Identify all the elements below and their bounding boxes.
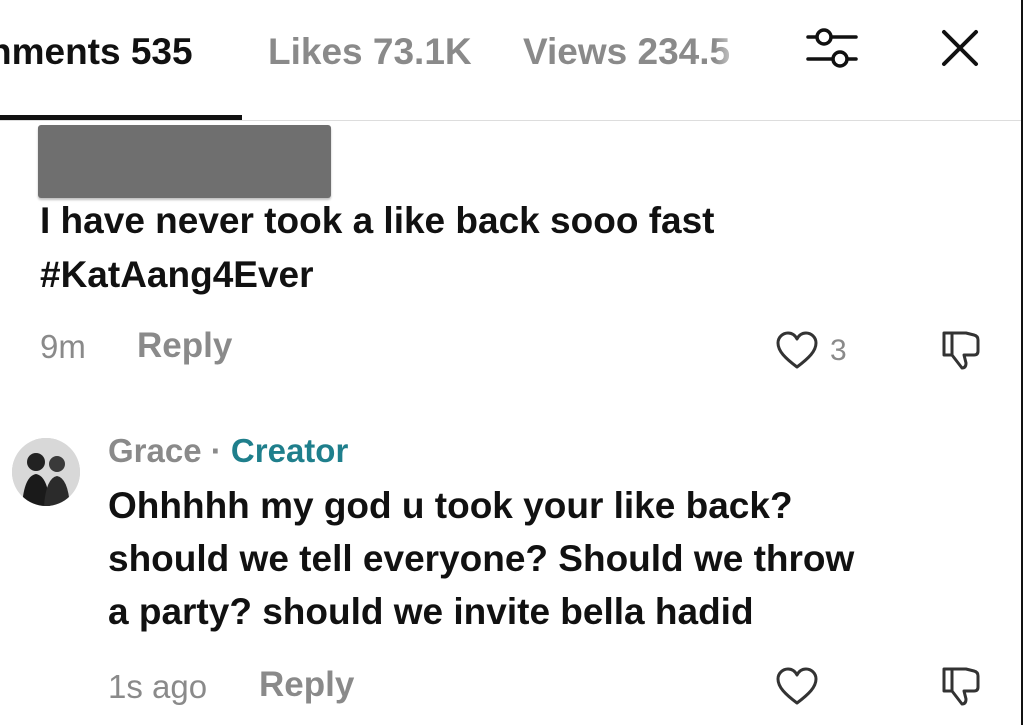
redacted-username	[38, 125, 331, 198]
close-icon[interactable]	[934, 22, 986, 74]
comment-timestamp: 1s ago	[108, 668, 208, 705]
comment-line[interactable]: #KatAang4Ever	[40, 248, 940, 302]
tab-comments[interactable]: nments 535	[0, 28, 193, 76]
tab-likes[interactable]: Likes 73.1K	[268, 28, 472, 76]
like-count: 3	[830, 334, 847, 367]
comment-text: Ohhhhh my god u took your like back? sho…	[108, 479, 1008, 638]
sliders-icon[interactable]	[802, 22, 862, 74]
tab-views[interactable]: Views 234.5	[523, 28, 748, 76]
comment-line: I have never took a like back sooo fast	[40, 200, 715, 241]
comment-author: Grace · Creator	[108, 430, 348, 472]
dislike-icon[interactable]	[936, 663, 982, 709]
comment-line: should we tell everyone? Should we throw	[108, 538, 855, 579]
comment-timestamp: 9m	[40, 328, 86, 365]
creator-badge: Creator	[230, 432, 349, 469]
author-name[interactable]: Grace	[108, 432, 202, 469]
avatar[interactable]	[12, 438, 80, 506]
dislike-icon[interactable]	[936, 327, 982, 373]
reply-button[interactable]: Reply	[137, 326, 232, 366]
heart-icon[interactable]	[775, 330, 819, 370]
separator-dot: ·	[210, 432, 222, 469]
tab-bar: nments 535 Likes 73.1K Views 234.5	[0, 0, 1021, 121]
comment-line: Ohhhhh my god u took your like back?	[108, 485, 793, 526]
reply-button[interactable]: Reply	[259, 665, 354, 705]
comment-line: a party? should we invite bella hadid	[108, 591, 754, 632]
comment-text: I have never took a like back sooo fast …	[40, 194, 940, 302]
heart-icon[interactable]	[775, 666, 819, 706]
active-tab-indicator	[0, 115, 242, 120]
